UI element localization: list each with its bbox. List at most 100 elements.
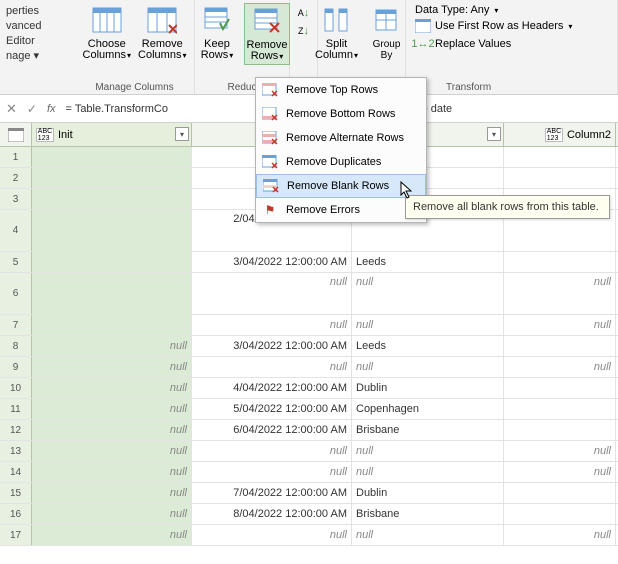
- row-number[interactable]: 5: [0, 252, 32, 272]
- cell[interactable]: null: [504, 273, 616, 315]
- table-row[interactable]: 6nullnullnull: [0, 273, 618, 315]
- col-header-init[interactable]: ABC123 Init ▾: [32, 123, 192, 146]
- cell[interactable]: Leeds: [352, 336, 504, 356]
- row-number[interactable]: 4: [0, 210, 32, 251]
- row-number[interactable]: 16: [0, 504, 32, 524]
- cell[interactable]: null: [192, 357, 352, 377]
- table-row[interactable]: 15null7/04/2022 12:00:00 AMDublin: [0, 483, 618, 504]
- col-header-column2[interactable]: ABC123 Column2: [504, 123, 616, 146]
- cell[interactable]: 3/04/2022 12:00:00 AM: [192, 252, 352, 272]
- cell[interactable]: null: [352, 525, 504, 545]
- cell[interactable]: null: [32, 357, 192, 377]
- row-number[interactable]: 3: [0, 189, 32, 209]
- cell[interactable]: null: [352, 273, 504, 315]
- cell[interactable]: null: [192, 525, 352, 545]
- side-adv-editor[interactable]: vanced Editor: [6, 19, 69, 49]
- row-number[interactable]: 14: [0, 462, 32, 482]
- cell[interactable]: null: [352, 462, 504, 482]
- filter-dropdown-icon[interactable]: ▾: [175, 127, 189, 141]
- split-column-button[interactable]: SplitColumn▾: [314, 3, 360, 63]
- remove-rows-button[interactable]: RemoveRows▾: [244, 3, 290, 65]
- cell[interactable]: 7/04/2022 12:00:00 AM: [192, 483, 352, 503]
- cell[interactable]: 3/04/2022 12:00:00 AM: [192, 336, 352, 356]
- cell[interactable]: null: [504, 357, 616, 377]
- cell[interactable]: 8/04/2022 12:00:00 AM: [192, 504, 352, 524]
- row-number[interactable]: 12: [0, 420, 32, 440]
- menu-remove-top-rows[interactable]: Remove Top Rows: [256, 78, 426, 102]
- row-number[interactable]: 9: [0, 357, 32, 377]
- cell[interactable]: Brisbane: [352, 504, 504, 524]
- menu-remove-duplicates[interactable]: Remove Duplicates: [256, 150, 426, 174]
- cell[interactable]: null: [192, 315, 352, 335]
- side-properties[interactable]: perties: [6, 4, 69, 19]
- cell[interactable]: 4/04/2022 12:00:00 AM: [192, 378, 352, 398]
- cell[interactable]: null: [504, 441, 616, 461]
- first-row-headers-button[interactable]: Use First Row as Headers▾: [412, 17, 575, 35]
- choose-columns-button[interactable]: ChooseColumns▾: [81, 3, 133, 63]
- cell[interactable]: [504, 252, 616, 272]
- row-number[interactable]: 1: [0, 147, 32, 167]
- cell[interactable]: [504, 420, 616, 440]
- cell[interactable]: Brisbane: [352, 420, 504, 440]
- keep-rows-button[interactable]: KeepRows▾: [194, 3, 240, 65]
- cell[interactable]: null: [352, 441, 504, 461]
- row-number[interactable]: 6: [0, 273, 32, 314]
- cell[interactable]: null: [32, 441, 192, 461]
- cell[interactable]: [32, 252, 192, 272]
- table-row[interactable]: 16null8/04/2022 12:00:00 AMBrisbane: [0, 504, 618, 525]
- cell[interactable]: Dublin: [352, 378, 504, 398]
- menu-remove-alternate-rows[interactable]: Remove Alternate Rows: [256, 126, 426, 150]
- formula-accept-icon[interactable]: ✓: [27, 102, 37, 116]
- cell[interactable]: null: [32, 525, 192, 545]
- cell[interactable]: [504, 399, 616, 419]
- row-number[interactable]: 7: [0, 315, 32, 335]
- row-number[interactable]: 10: [0, 378, 32, 398]
- sort-desc-button[interactable]: Z↓: [292, 22, 315, 40]
- menu-remove-errors[interactable]: ⚑Remove Errors: [256, 198, 426, 222]
- cell[interactable]: null: [352, 357, 504, 377]
- replace-values-button[interactable]: 1↔2 Replace Values: [412, 35, 514, 53]
- cell[interactable]: 6/04/2022 12:00:00 AM: [192, 420, 352, 440]
- row-number[interactable]: 13: [0, 441, 32, 461]
- corner-cell[interactable]: [0, 123, 32, 146]
- table-row[interactable]: 11null5/04/2022 12:00:00 AMCopenhagen: [0, 399, 618, 420]
- cell[interactable]: [504, 336, 616, 356]
- cell[interactable]: [32, 147, 192, 167]
- cell[interactable]: null: [504, 315, 616, 335]
- cell[interactable]: [32, 273, 192, 315]
- table-row[interactable]: 17nullnullnullnull: [0, 525, 618, 546]
- cell[interactable]: null: [192, 462, 352, 482]
- cell[interactable]: null: [32, 336, 192, 356]
- table-row[interactable]: 12null6/04/2022 12:00:00 AMBrisbane: [0, 420, 618, 441]
- cell[interactable]: [504, 483, 616, 503]
- cell[interactable]: Copenhagen: [352, 399, 504, 419]
- table-row[interactable]: 5 3/04/2022 12:00:00 AMLeeds: [0, 252, 618, 273]
- data-type-button[interactable]: Data Type: Any▾: [412, 3, 501, 17]
- cell[interactable]: null: [192, 441, 352, 461]
- cell[interactable]: null: [32, 504, 192, 524]
- table-row[interactable]: 10null4/04/2022 12:00:00 AMDublin: [0, 378, 618, 399]
- cell[interactable]: Leeds: [352, 252, 504, 272]
- cell[interactable]: null: [32, 399, 192, 419]
- cell[interactable]: [504, 504, 616, 524]
- cell[interactable]: null: [32, 462, 192, 482]
- cell[interactable]: null: [32, 378, 192, 398]
- cell[interactable]: [504, 378, 616, 398]
- cell[interactable]: [504, 168, 616, 188]
- cell[interactable]: [32, 189, 192, 209]
- sort-asc-button[interactable]: A↓: [292, 4, 315, 22]
- row-number[interactable]: 15: [0, 483, 32, 503]
- table-row[interactable]: 9nullnullnullnull: [0, 357, 618, 378]
- row-number[interactable]: 11: [0, 399, 32, 419]
- table-row[interactable]: 13nullnullnullnull: [0, 441, 618, 462]
- cell[interactable]: [32, 315, 192, 335]
- cell[interactable]: [504, 147, 616, 167]
- row-number[interactable]: 2: [0, 168, 32, 188]
- cell[interactable]: null: [504, 525, 616, 545]
- table-row[interactable]: 8null3/04/2022 12:00:00 AMLeeds: [0, 336, 618, 357]
- cell[interactable]: [32, 168, 192, 188]
- cell[interactable]: null: [32, 483, 192, 503]
- fx-icon[interactable]: fx: [47, 103, 56, 115]
- formula-cancel-icon[interactable]: ✕: [6, 101, 17, 117]
- cell[interactable]: Dublin: [352, 483, 504, 503]
